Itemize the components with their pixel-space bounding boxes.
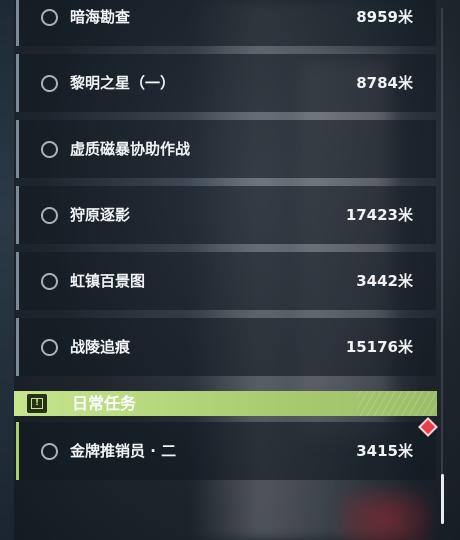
mission-list: 暗海勘查 8959米 黎明之星（一） 8784米 虚质磁暴协助作战 狩原逐影 1… <box>16 0 438 540</box>
mission-item[interactable]: 黎明之星（一） 8784米 <box>16 54 436 112</box>
mission-distance: 17423米 <box>345 206 413 224</box>
mission-name: 暗海勘查 <box>70 8 131 26</box>
mission-radio-icon[interactable] <box>41 443 58 460</box>
mission-distance: 3442米 <box>356 272 413 290</box>
mission-distance: 3415米 <box>356 442 413 460</box>
mission-radio-icon[interactable] <box>41 207 58 224</box>
mission-radio-icon[interactable] <box>41 141 58 158</box>
mission-distance: 8959米 <box>356 8 413 26</box>
section-header-stripes <box>357 391 437 416</box>
mission-item[interactable]: 虚质磁暴协助作战 <box>16 120 436 178</box>
daily-mission-item[interactable]: 金牌推销员 · 二 3415米 <box>16 422 436 480</box>
mission-name: 金牌推销员 · 二 <box>70 442 177 460</box>
mission-item[interactable]: 暗海勘查 8959米 <box>16 0 436 46</box>
exclamation-icon: ! <box>27 394 47 413</box>
mission-radio-icon[interactable] <box>41 9 58 26</box>
mission-radio-icon[interactable] <box>41 273 58 290</box>
mission-radio-icon[interactable] <box>41 339 58 356</box>
mission-item[interactable]: 狩原逐影 17423米 <box>16 186 436 244</box>
mission-screen: 暗海勘查 8959米 黎明之星（一） 8784米 虚质磁暴协助作战 狩原逐影 1… <box>0 0 460 540</box>
section-title: 日常任务 <box>72 394 137 413</box>
mission-name: 虹镇百景图 <box>70 272 146 290</box>
daily-section-header: ! 日常任务 <box>14 391 437 416</box>
mission-name: 黎明之星（一） <box>70 74 176 92</box>
scrollbar-thumb[interactable] <box>441 474 444 524</box>
mission-distance: 8784米 <box>356 74 413 92</box>
mission-name: 虚质磁暴协助作战 <box>70 140 191 158</box>
mission-name: 狩原逐影 <box>70 206 131 224</box>
mission-radio-icon[interactable] <box>41 75 58 92</box>
mission-name: 战陵追痕 <box>70 338 131 356</box>
mission-item[interactable]: 虹镇百景图 3442米 <box>16 252 436 310</box>
background-edge <box>0 0 14 540</box>
mission-distance: 15176米 <box>345 338 413 356</box>
mission-item[interactable]: 战陵追痕 15176米 <box>16 318 436 376</box>
scrollbar-track[interactable] <box>441 8 443 524</box>
